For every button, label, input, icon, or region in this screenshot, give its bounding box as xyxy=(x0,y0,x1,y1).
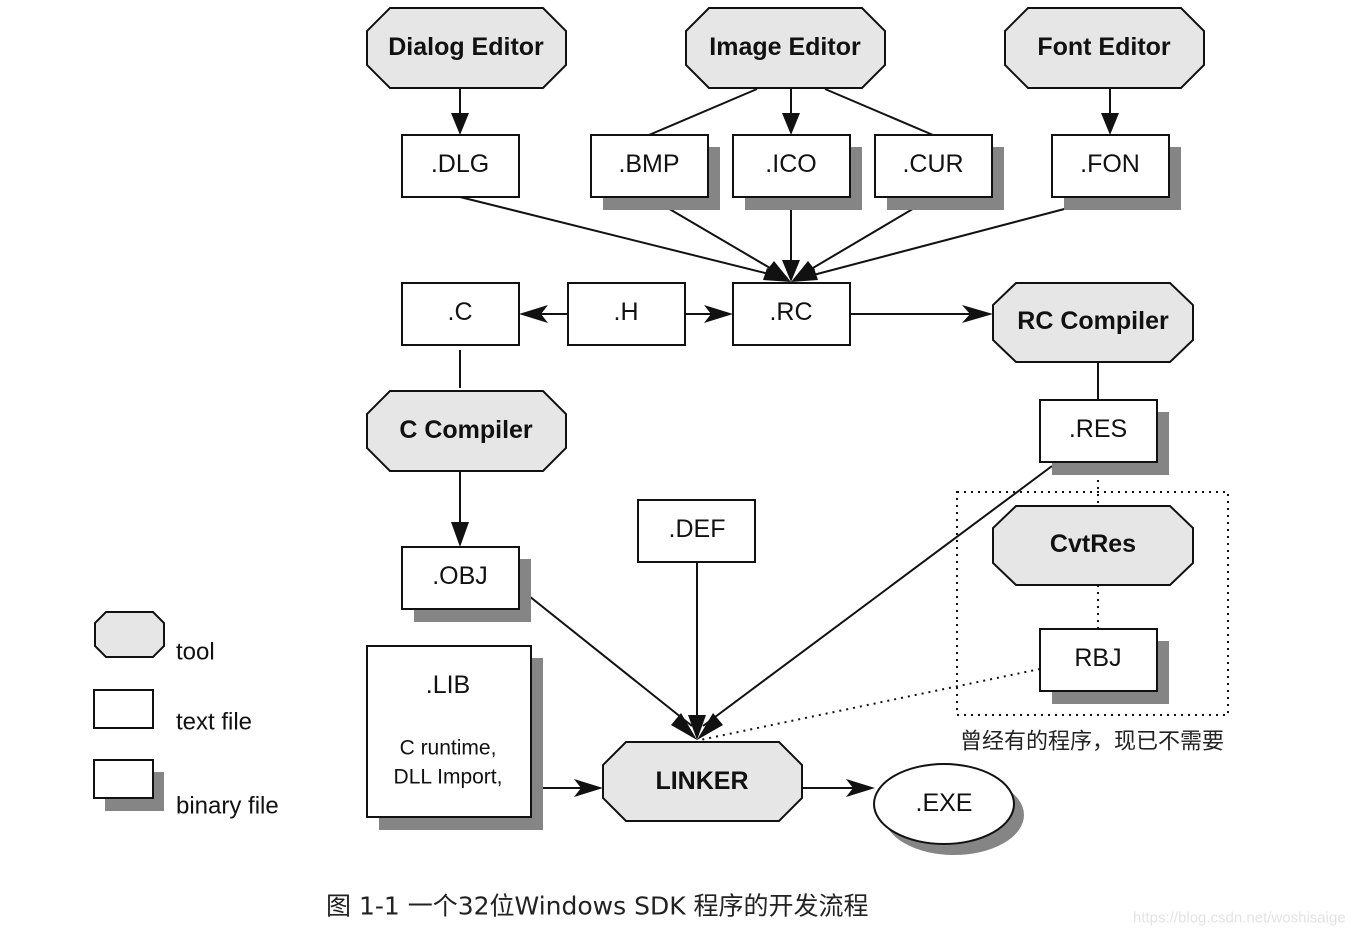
file-label: .H xyxy=(614,298,639,326)
arrowhead-obj xyxy=(451,522,469,547)
tool-cvtres: CvtRes xyxy=(992,505,1194,586)
tool-label: RC Compiler xyxy=(1017,307,1169,335)
build-process-diagram: Dialog Editor Image Editor Font Editor R… xyxy=(93,7,1346,927)
file-label: .BMP xyxy=(618,150,679,178)
tool-label: Dialog Editor xyxy=(388,33,544,61)
file-obj: .OBJ xyxy=(401,546,531,622)
tool-dialog-editor: Dialog Editor xyxy=(366,7,567,89)
legend-item-text-file: text file xyxy=(93,689,252,736)
file-dlg: .DLG xyxy=(401,134,520,198)
figure-caption: 图 1-1 一个32位Windows SDK 程序的开发流程 xyxy=(326,892,869,921)
file-c: .C xyxy=(401,282,520,346)
tool-image-editor: Image Editor xyxy=(685,7,886,89)
file-label: RBJ xyxy=(1074,644,1121,672)
file-ico: .ICO xyxy=(732,134,862,210)
tool-rc-compiler: RC Compiler xyxy=(992,282,1194,363)
legend-text-file-icon xyxy=(93,689,154,729)
file-bmp: .BMP xyxy=(590,134,720,210)
tool-label: Font Editor xyxy=(1037,33,1171,61)
tool-label: LINKER xyxy=(655,767,748,795)
legend-tool-icon xyxy=(94,611,165,658)
file-fon: .FON xyxy=(1051,134,1181,210)
file-label: .DLG xyxy=(431,150,489,178)
lib-description-line1: C runtime, xyxy=(400,737,497,760)
file-label: .ICO xyxy=(765,150,816,178)
legend-binary-file-label: binary file xyxy=(176,793,279,820)
file-label: .LIB xyxy=(426,671,470,699)
file-res: .RES xyxy=(1039,399,1169,475)
edge-image-editor-to-cur xyxy=(824,88,934,136)
arrowhead-fon xyxy=(1101,113,1119,135)
legend-text-file-label: text file xyxy=(176,709,252,736)
legend-tool-label: tool xyxy=(176,639,215,666)
file-lib: .LIB C runtime, DLL Import, xyxy=(366,645,543,830)
lib-description-line2: DLL Import, xyxy=(394,766,503,789)
legend-item-binary-file: binary file xyxy=(93,759,279,820)
obsolete-note: 曾经有的程序，现已不需要 xyxy=(960,730,1224,755)
tool-c-compiler: C Compiler xyxy=(366,390,567,472)
tool-font-editor: Font Editor xyxy=(1004,7,1205,89)
file-label: .DEF xyxy=(669,515,726,543)
tool-label: C Compiler xyxy=(399,416,533,444)
file-label: .EXE xyxy=(916,789,973,817)
file-h: .H xyxy=(567,282,686,346)
file-label: .CUR xyxy=(902,150,963,178)
tool-label: Image Editor xyxy=(709,33,861,61)
edge-image-editor-to-bmp xyxy=(648,88,758,136)
tool-linker: LINKER xyxy=(602,741,803,822)
arrowhead-ico xyxy=(782,113,800,135)
file-label: .RC xyxy=(769,298,812,326)
legend: tool text file binary file xyxy=(93,611,279,820)
file-cur: .CUR xyxy=(874,134,1004,210)
legend-binary-file-icon xyxy=(93,759,154,799)
edge-obj-to-linker xyxy=(518,587,693,727)
file-rc: .RC xyxy=(732,282,851,346)
file-def: .DEF xyxy=(637,499,756,563)
tool-label: CvtRes xyxy=(1050,530,1136,558)
legend-item-tool: tool xyxy=(94,611,215,666)
watermark: https://blog.csdn.net/woshisaige xyxy=(1133,910,1346,927)
file-label: .OBJ xyxy=(432,562,488,590)
arrowhead-dlg xyxy=(451,113,469,135)
file-label: .C xyxy=(448,298,473,326)
file-label: .FON xyxy=(1080,150,1140,178)
file-exe: .EXE xyxy=(873,763,1024,855)
file-label: .RES xyxy=(1069,415,1127,443)
file-rbj: RBJ xyxy=(1039,628,1169,704)
